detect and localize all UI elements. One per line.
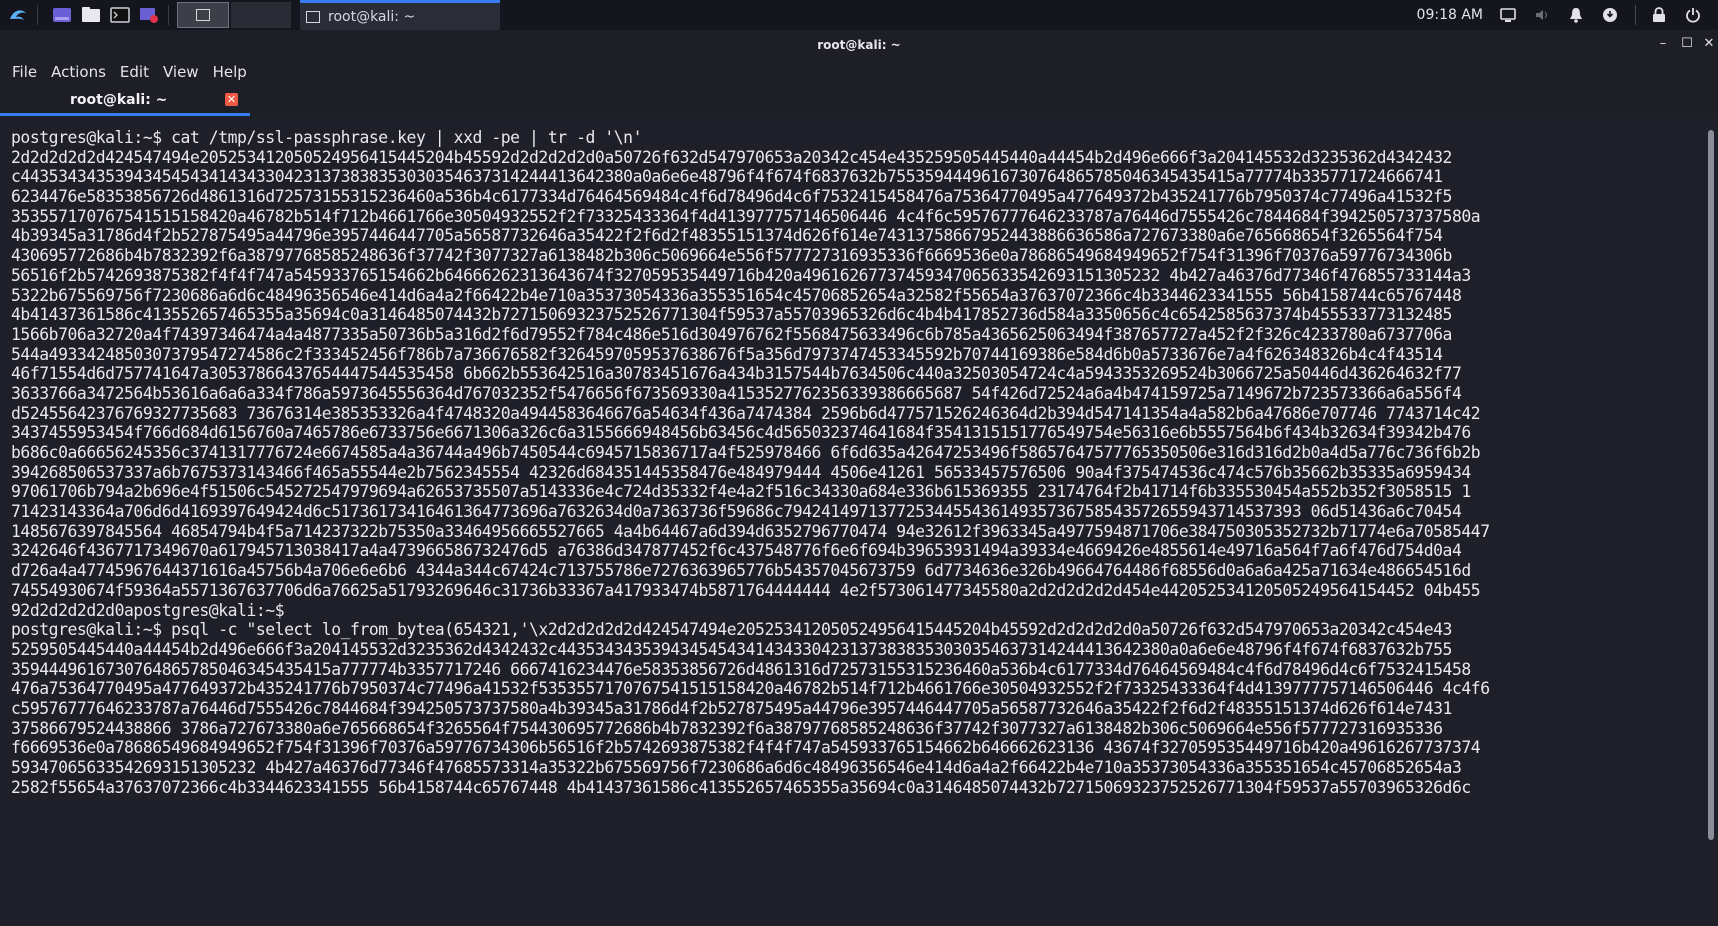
terminal-line: 74554930674f59364a5571367637706d6a76625a… xyxy=(11,580,1481,600)
tab-close-icon[interactable]: ✕ xyxy=(225,93,238,106)
terminal-line: 5322b675569756f7230686a6d6c48496356546e4… xyxy=(11,285,1462,305)
terminal-line: 394268506537337a6b7675373143466f465a5554… xyxy=(11,462,1471,482)
terminal-line: 430695772686b4b7832392f6a387977685852486… xyxy=(11,246,1452,266)
terminal-line: 3242646f4367717349670a617945713038417a4a… xyxy=(11,541,1462,561)
terminal-line: 2582f55654a37637072366c4b3344623341555 5… xyxy=(11,777,1471,797)
menu-view[interactable]: View xyxy=(163,63,199,81)
terminal-line: d52455642376769327735683 73676314e385353… xyxy=(11,403,1481,423)
terminal-line: 6234476e58353856726d4861316d725731553152… xyxy=(11,187,1452,207)
kali-menu-icon[interactable] xyxy=(7,4,29,26)
terminal-line: 4b39345a31786d4f2b527875495a44796e395744… xyxy=(11,226,1443,246)
terminal-scrollbar[interactable] xyxy=(1708,130,1714,840)
terminal-line: 1485676397845564 46854794b4f5a714237322b… xyxy=(11,521,1490,541)
update-icon[interactable] xyxy=(1601,6,1619,24)
window-title: root@kali: ~ xyxy=(817,38,901,52)
terminal-output[interactable]: postgres@kali:~$ cat /tmp/ssl-passphrase… xyxy=(0,116,1704,926)
window-titlebar[interactable]: root@kali: ~ – ☐ ✕ xyxy=(0,30,1718,60)
terminal-text: postgres@kali:~$ cat /tmp/ssl-passphrase… xyxy=(11,128,1490,797)
close-button[interactable]: ✕ xyxy=(1700,35,1718,53)
menu-help[interactable]: Help xyxy=(213,63,247,81)
display-icon[interactable] xyxy=(1499,6,1517,24)
workspace-switcher-icon[interactable] xyxy=(51,4,73,26)
terminal-line: c443534343539434545434143433042313738383… xyxy=(11,167,1443,187)
terminal-line: c59576777646233787a76446d7555426c7844684… xyxy=(11,698,1452,718)
menu-edit[interactable]: Edit xyxy=(120,63,149,81)
terminal-line: 544a4933424850307379547274586c2f33345245… xyxy=(11,344,1443,364)
notification-bell-icon[interactable] xyxy=(1567,6,1585,24)
tab-bar: root@kali: ~ ✕ xyxy=(0,84,1718,116)
taskbar-terminal-button[interactable]: root@kali: ~ xyxy=(300,0,500,30)
terminal-line: 476a75364770495a477649372b435241776b7950… xyxy=(11,679,1490,699)
menu-actions[interactable]: Actions xyxy=(51,63,106,81)
launcher xyxy=(0,0,291,30)
workspace-2-button[interactable] xyxy=(231,2,291,28)
top-panel: root@kali: ~ 09:18 AM xyxy=(0,0,1718,30)
volume-muted-icon[interactable] xyxy=(1533,6,1551,24)
terminal-line: 5259505445440a44454b2d496e666f3a20414553… xyxy=(11,639,1452,659)
clock[interactable]: 09:18 AM xyxy=(1417,7,1483,23)
maximize-button[interactable]: ☐ xyxy=(1678,35,1696,53)
terminal-line: 37586679524438866 3786a727673380a6e76566… xyxy=(11,718,1443,738)
file-manager-icon[interactable] xyxy=(80,4,102,26)
terminal-line: 3594449616730764865785046345435415a77777… xyxy=(11,659,1471,679)
terminal-line: 71423143364a706d6d4169397649424d6c517361… xyxy=(11,502,1462,522)
terminal-line: 46f71554d6d757741647a3053786643765444754… xyxy=(11,364,1462,384)
terminal-line: 59347065633542693151305232 4b427a46376d7… xyxy=(11,758,1462,777)
taskbar-label: root@kali: ~ xyxy=(328,8,416,25)
tray-divider xyxy=(1635,5,1636,25)
panel-separator xyxy=(37,5,38,25)
terminal-icon xyxy=(306,10,320,23)
panel-separator xyxy=(168,5,169,25)
terminal-line: b686c0a66656245356c3741317776724e6674585… xyxy=(11,443,1481,462)
terminal-line: 3633766a3472564b53616a6a6a334f786a597364… xyxy=(11,383,1462,403)
menubar: File Actions Edit View Help xyxy=(0,60,1718,84)
terminal-line: 3437455953454f766d684d6156760a7465786e67… xyxy=(11,423,1471,443)
system-tray: 09:18 AM xyxy=(1417,0,1718,30)
terminal-line: 92d2d2d2d2d0apostgres@kali:~$ xyxy=(11,600,285,620)
screen-recorder-icon[interactable] xyxy=(138,4,160,26)
terminal-line: 4b41437361586c413552657465355a35694c0a31… xyxy=(11,305,1452,325)
terminal-line: postgres@kali:~$ cat /tmp/ssl-passphrase… xyxy=(11,128,643,147)
minimize-button[interactable]: – xyxy=(1654,35,1672,53)
terminal-line: 2d2d2d2d2d424547494e20525341205052495641… xyxy=(11,147,1452,167)
menu-file[interactable]: File xyxy=(12,63,37,81)
terminal-icon[interactable] xyxy=(109,4,131,26)
terminal-line: 97061706b794a2b696e4f51506c5452725479796… xyxy=(11,482,1471,502)
terminal-line: postgres@kali:~$ psql -c "select lo_from… xyxy=(11,620,1452,640)
terminal-line: 353557170767541515158420a46782b514f712b4… xyxy=(11,206,1481,226)
tab-terminal[interactable]: root@kali: ~ ✕ xyxy=(0,84,250,116)
workspace-1-button[interactable] xyxy=(177,2,229,28)
terminal-line: f6669536e0a78686549684949652f754f31396f7… xyxy=(11,738,1481,758)
terminal-line: d726a4a47745967644371616a45756b4a706e6e6… xyxy=(11,561,1471,581)
tab-label: root@kali: ~ xyxy=(70,92,168,108)
lock-icon[interactable] xyxy=(1650,6,1668,24)
terminal-line: 1566b706a32720a4f74397346474a4a4877335a5… xyxy=(11,324,1452,344)
terminal-line: 56516f2b5742693875382f4f4f747a5459337651… xyxy=(11,265,1471,285)
power-icon[interactable] xyxy=(1684,6,1702,24)
